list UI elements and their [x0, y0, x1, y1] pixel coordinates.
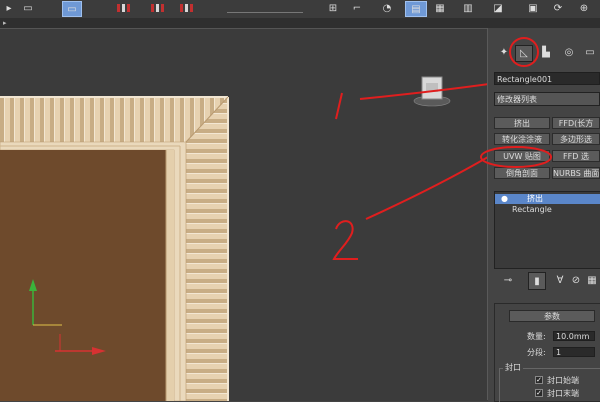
render-icon[interactable]: ◔ — [381, 1, 393, 15]
schematic-icon[interactable]: ▦ — [432, 1, 448, 15]
frame-outer-right — [186, 97, 228, 401]
capping-label: 封口 — [503, 362, 523, 373]
segments-label: 分段: — [527, 348, 546, 357]
cap-start-checkbox[interactable]: ✓ — [535, 376, 543, 384]
arrow-icon[interactable]: ▸ — [4, 1, 14, 15]
layers-icon[interactable]: ⌐ — [349, 1, 365, 15]
render-active-icon[interactable]: ⟳ — [550, 1, 566, 15]
lightbulb-icon[interactable]: ● — [501, 194, 508, 204]
modifier-button-ffd-box[interactable]: FFD(长方 — [552, 117, 600, 129]
cap-end-checkbox[interactable]: ✓ — [535, 389, 543, 397]
pin-stack-icon[interactable]: ⊸ — [500, 272, 516, 288]
annotation-circle — [509, 37, 539, 67]
stack-item-label: 挤出 — [527, 194, 543, 203]
viewport-perspective[interactable] — [0, 28, 488, 401]
modifier-stack[interactable]: ● 挤出 Rectangle — [494, 191, 600, 269]
stack-item-rectangle[interactable]: Rectangle — [495, 205, 600, 215]
segments-field[interactable]: 1 — [553, 347, 595, 357]
make-unique-icon[interactable]: ∀ — [552, 272, 568, 288]
remove-modifier-icon[interactable]: ⊘ — [568, 272, 584, 288]
curve-editor-button[interactable]: ▤ — [405, 1, 427, 17]
cap-start-label: 封口始端 — [547, 376, 579, 385]
viewport-divider[interactable] — [487, 28, 488, 400]
render-frame-icon[interactable]: ▣ — [525, 1, 541, 15]
stack-tools: ⊸ ▮ ∀ ⊘ ▦ — [494, 270, 600, 292]
stack-item-extrude[interactable]: ● 挤出 — [495, 194, 600, 204]
show-end-result-icon[interactable]: ▮ — [528, 272, 546, 290]
render-setup-icon[interactable]: ◪ — [490, 1, 506, 15]
main-toolbar: ▸ ▭ ▭ ⊞ ⌐ ◔ ▤ ▦ ▥ ◪ ▣ ⟳ ⊕ — [0, 0, 600, 19]
toolbar-dropdown[interactable] — [225, 1, 305, 15]
render-production-icon[interactable]: ⊕ — [576, 1, 592, 15]
viewport-scene — [0, 76, 488, 401]
modifier-button-ffd-select[interactable]: FFD 选 — [552, 150, 600, 162]
parameters-rollout: 参数 数量: 10.0mm 分段: 1 封口 ✓ 封口始端 ✓ 封口末端 — [494, 303, 600, 402]
annotation-arrow-2 — [365, 156, 488, 220]
modifier-button-extrude[interactable]: 挤出 — [494, 117, 550, 129]
rollout-title[interactable]: 参数 — [509, 310, 595, 322]
amount-field[interactable]: 10.0mm — [553, 331, 595, 341]
annotation-number-1 — [335, 92, 343, 120]
align-icon[interactable]: ⊞ — [325, 1, 341, 15]
stack-item-label: Rectangle — [512, 205, 552, 214]
select-region-icon[interactable]: ▭ — [20, 1, 36, 15]
annotation-number-2 — [332, 220, 358, 260]
modifier-button-poly-select[interactable]: 多边形选 — [552, 133, 600, 145]
unlink-icon[interactable] — [146, 1, 168, 15]
modifier-button-nurbs-surface[interactable]: NURBS 曲面 — [552, 167, 600, 179]
bind-icon[interactable] — [175, 1, 197, 15]
wood-panel — [0, 150, 166, 401]
modifier-list-dropdown[interactable]: 修改器列表 — [494, 92, 600, 106]
link-icon[interactable] — [112, 1, 134, 15]
configure-sets-icon[interactable]: ▦ — [584, 272, 600, 288]
cap-end-label: 封口末端 — [547, 389, 579, 398]
object-name-field[interactable]: Rectangle001 — [494, 72, 600, 85]
sub-toolbar: ▸ — [0, 18, 600, 28]
amount-label: 数量: — [527, 332, 546, 341]
material-icon[interactable]: ▥ — [460, 1, 476, 15]
select-object-button[interactable]: ▭ — [62, 1, 82, 17]
annotation-ellipse — [480, 146, 552, 168]
dropdown-arrow-icon[interactable]: ▸ — [3, 19, 7, 27]
